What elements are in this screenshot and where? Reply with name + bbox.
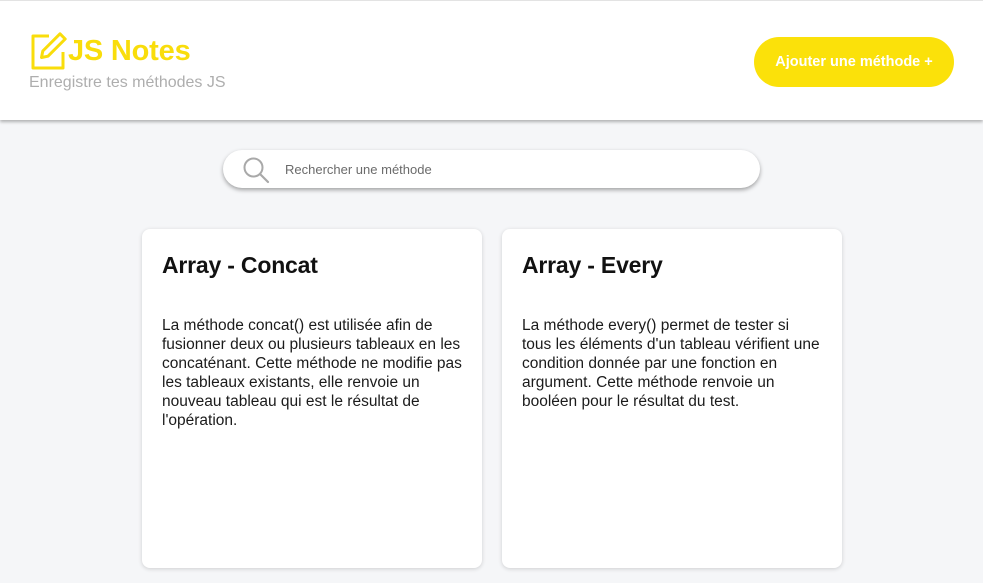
add-method-button[interactable]: Ajouter une méthode + xyxy=(754,37,954,87)
search-input[interactable] xyxy=(285,157,725,181)
method-card-every: Array - Every La méthode every() permet … xyxy=(502,229,842,568)
app-title: JS Notes xyxy=(68,35,191,67)
app-subtitle: Enregistre tes méthodes JS xyxy=(29,74,226,91)
method-card-concat: Array - Concat La méthode concat() est u… xyxy=(142,229,482,568)
search-icon xyxy=(242,156,270,184)
brand-row: JS Notes xyxy=(29,32,226,70)
brand: JS Notes Enregistre tes méthodes JS xyxy=(29,32,226,93)
card-title: Array - Every xyxy=(522,252,663,278)
card-description: La méthode every() permet de tester si t… xyxy=(522,317,820,410)
search-bar[interactable] xyxy=(223,150,760,188)
card-description: La méthode concat() est utilisée afin de… xyxy=(162,317,462,429)
card-title: Array - Concat xyxy=(162,252,318,278)
app-header: JS Notes Enregistre tes méthodes JS Ajou… xyxy=(0,0,983,120)
edit-note-icon xyxy=(29,32,67,70)
